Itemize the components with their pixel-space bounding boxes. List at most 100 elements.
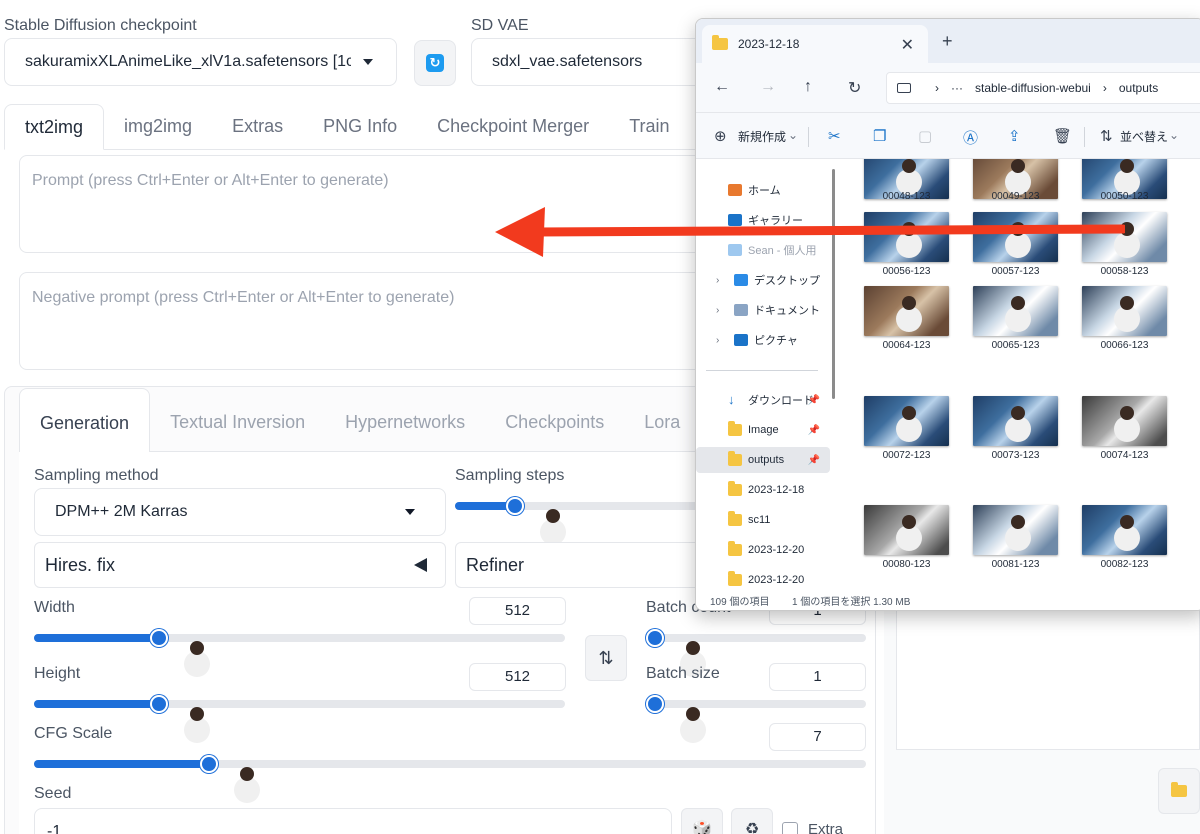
sidebar-item-documents[interactable]: › ドキュメント xyxy=(696,297,830,323)
sidebar-item-image[interactable]: Image 📌 xyxy=(696,417,830,443)
tab-train[interactable]: Train xyxy=(609,104,689,150)
file-thumbnail[interactable] xyxy=(1082,505,1167,555)
sidebar-item-sc11[interactable]: sc11 xyxy=(696,507,830,533)
sidebar-item-desktop[interactable]: › デスクトップ xyxy=(696,267,830,293)
cfg-scale-slider[interactable] xyxy=(34,755,866,781)
sidebar-scrollbar[interactable] xyxy=(832,169,835,399)
folder-icon xyxy=(728,571,742,586)
file-name[interactable]: 00073-123 xyxy=(973,450,1058,461)
vae-value: sdxl_vae.safetensors xyxy=(492,53,643,70)
refiner-accordion[interactable]: Refiner xyxy=(455,542,715,588)
height-slider[interactable] xyxy=(34,695,565,721)
file-name[interactable]: 00064-123 xyxy=(864,340,949,351)
sidebar-item-pictures[interactable]: › ピクチャ xyxy=(696,327,830,353)
sampling-method-dropdown[interactable]: DPM++ 2M Karras xyxy=(34,488,446,536)
file-thumbnail[interactable] xyxy=(864,505,949,555)
rename-icon[interactable]: Ⓐ xyxy=(963,127,978,148)
width-input[interactable]: 512 xyxy=(469,597,566,625)
tab-lora[interactable]: Lora xyxy=(624,388,700,452)
chevron-right-icon[interactable]: › xyxy=(716,335,719,346)
hires-fix-accordion[interactable]: Hires. fix xyxy=(34,542,446,588)
batch-size-input[interactable]: 1 xyxy=(769,663,866,691)
tab-textual-inversion[interactable]: Textual Inversion xyxy=(150,388,325,452)
file-name[interactable]: 00066-123 xyxy=(1082,340,1167,351)
chevron-right-icon[interactable]: › xyxy=(716,305,719,316)
batch-count-slider[interactable] xyxy=(646,629,866,655)
slider-handle[interactable] xyxy=(506,497,560,523)
tab-checkpoint-merger[interactable]: Checkpoint Merger xyxy=(417,104,609,150)
checkpoint-dropdown[interactable]: sakuramixXLAnimeLike_xlV1a.safetensors [… xyxy=(4,38,397,86)
forward-icon[interactable]: → xyxy=(760,78,776,96)
tab-img2img[interactable]: img2img xyxy=(104,104,212,150)
width-slider[interactable] xyxy=(34,629,565,655)
file-name[interactable]: 00080-123 xyxy=(864,559,949,570)
file-name[interactable]: 00081-123 xyxy=(973,559,1058,570)
tab-checkpoints[interactable]: Checkpoints xyxy=(485,388,624,452)
arrow-head xyxy=(495,207,545,257)
tab-extras[interactable]: Extras xyxy=(212,104,303,150)
height-input[interactable]: 512 xyxy=(469,663,566,691)
file-thumbnail[interactable] xyxy=(973,505,1058,555)
tab-generation[interactable]: Generation xyxy=(19,388,151,452)
share-icon[interactable]: ⇪ xyxy=(1008,127,1021,145)
extra-checkbox[interactable] xyxy=(782,822,798,834)
file-thumbnail[interactable] xyxy=(864,286,949,336)
file-thumbnail[interactable] xyxy=(973,286,1058,336)
file-name[interactable]: 00082-123 xyxy=(1082,559,1167,570)
tab-hypernetworks[interactable]: Hypernetworks xyxy=(325,388,485,452)
breadcrumb-ellipsis[interactable]: ··· xyxy=(951,81,963,95)
file-name[interactable]: 00057-123 xyxy=(973,266,1058,277)
open-folder-button[interactable] xyxy=(1158,768,1200,814)
sidebar-item-2023-12-20[interactable]: 2023-12-20 xyxy=(696,537,830,563)
slider-handle[interactable] xyxy=(646,629,700,655)
back-icon[interactable]: ← xyxy=(714,78,730,96)
swap-dimensions-button[interactable]: ⇅ xyxy=(585,635,627,681)
sidebar-item-home[interactable]: ホーム xyxy=(696,177,830,203)
address-bar[interactable]: › ··· stable-diffusion-webui › outputs xyxy=(886,72,1200,104)
sidebar-item-outputs[interactable]: outputs 📌 xyxy=(696,447,830,473)
reuse-seed-button[interactable]: ♻ xyxy=(731,808,773,834)
sidebar-item-2023-12-18[interactable]: 2023-12-18 xyxy=(696,477,830,503)
height-label: Height xyxy=(34,665,81,682)
file-thumbnail[interactable] xyxy=(864,396,949,446)
random-seed-button[interactable]: 🎲 xyxy=(681,808,723,834)
tab-png-info[interactable]: PNG Info xyxy=(303,104,417,150)
file-name[interactable]: 00074-123 xyxy=(1082,450,1167,461)
delete-icon[interactable]: 🗑 xyxy=(1053,127,1072,145)
slider-handle[interactable] xyxy=(646,695,700,721)
seed-input[interactable]: -1 xyxy=(34,808,672,834)
file-name[interactable]: 00049-123 xyxy=(973,191,1058,202)
copy-icon[interactable]: ❐ xyxy=(873,127,886,145)
file-name[interactable]: 00056-123 xyxy=(864,266,949,277)
batch-size-slider[interactable] xyxy=(646,695,866,721)
file-name[interactable]: 00048-123 xyxy=(864,191,949,202)
negative-prompt-input[interactable]: Negative prompt (press Ctrl+Enter or Alt… xyxy=(19,272,709,370)
breadcrumb-item[interactable]: stable-diffusion-webui xyxy=(975,81,1091,95)
file-name[interactable]: 00058-123 xyxy=(1082,266,1167,277)
file-name[interactable]: 00072-123 xyxy=(864,450,949,461)
cut-icon[interactable]: ✂ xyxy=(828,127,841,145)
file-thumbnail[interactable] xyxy=(1082,286,1167,336)
file-thumbnail[interactable] xyxy=(1082,396,1167,446)
new-tab-button[interactable]: + xyxy=(942,31,953,52)
file-name[interactable]: 00050-123 xyxy=(1082,191,1167,202)
slider-fill xyxy=(34,760,209,768)
refresh-checkpoint-button[interactable]: ↻ xyxy=(414,40,456,86)
file-thumbnail[interactable] xyxy=(973,396,1058,446)
refresh-icon[interactable]: ↻ xyxy=(848,78,861,98)
sort-button[interactable]: 並べ替え xyxy=(1120,128,1168,145)
new-button[interactable]: 新規作成 xyxy=(738,128,786,145)
cfg-scale-input[interactable]: 7 xyxy=(769,723,866,751)
paste-icon[interactable]: ▢ xyxy=(918,127,932,145)
explorer-tab[interactable]: 2023-12-18 ✕ xyxy=(702,25,928,63)
vae-dropdown[interactable]: sdxl_vae.safetensors xyxy=(471,38,731,86)
breadcrumb-item[interactable]: outputs xyxy=(1119,81,1158,95)
up-icon[interactable]: ↑ xyxy=(804,78,812,96)
slider-handle[interactable] xyxy=(199,755,254,781)
file-name[interactable]: 00065-123 xyxy=(973,340,1058,351)
output-gallery xyxy=(896,610,1200,750)
tab-txt2img[interactable]: txt2img xyxy=(4,104,105,150)
chevron-right-icon[interactable]: › xyxy=(716,275,719,286)
sidebar-item-downloads[interactable]: ↓ ダウンロード 📌 xyxy=(696,387,830,413)
close-tab-icon[interactable]: ✕ xyxy=(901,35,914,55)
